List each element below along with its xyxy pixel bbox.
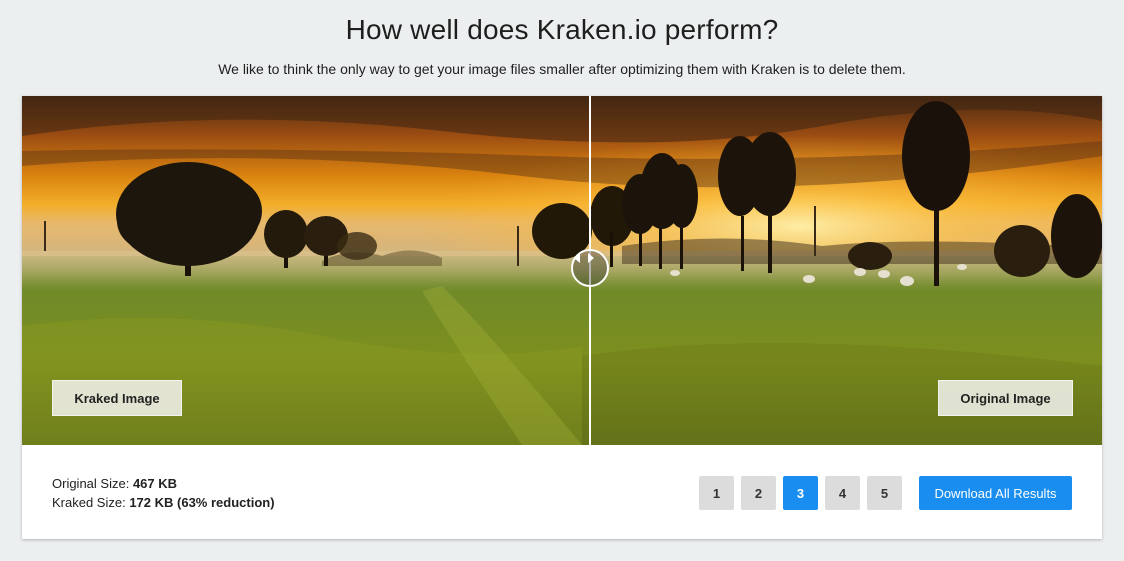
slider-handle[interactable] bbox=[571, 249, 609, 287]
original-size-label: Original Size: bbox=[52, 476, 130, 491]
download-all-results-button[interactable]: Download All Results bbox=[919, 476, 1072, 510]
page-button-2[interactable]: 2 bbox=[741, 476, 776, 510]
page-button-5[interactable]: 5 bbox=[867, 476, 902, 510]
kraked-image-label: Kraked Image bbox=[52, 380, 182, 416]
original-size-value: 467 KB bbox=[132, 476, 178, 491]
page-button-1[interactable]: 1 bbox=[699, 476, 734, 510]
size-info: Original Size: 467 KB Kraked Size: 172 K… bbox=[52, 474, 275, 512]
pagination: 1 2 3 4 5 bbox=[699, 476, 902, 510]
original-size-row: Original Size: 467 KB bbox=[52, 474, 275, 493]
page-button-3[interactable]: 3 bbox=[783, 476, 818, 510]
comparison-card: Kraked Image Original Image Original Siz… bbox=[22, 96, 1102, 539]
kraked-size-row: Kraked Size: 172 KB (63% reduction) bbox=[52, 493, 275, 512]
original-image-label: Original Image bbox=[938, 380, 1073, 416]
left-right-arrows-icon bbox=[574, 253, 594, 263]
page-subtitle: We like to think the only way to get you… bbox=[218, 61, 906, 77]
kraked-size-value: 172 KB (63% reduction) bbox=[129, 495, 275, 510]
page-button-4[interactable]: 4 bbox=[825, 476, 860, 510]
page-title: How well does Kraken.io perform? bbox=[345, 14, 779, 45]
kraked-size-label: Kraked Size: bbox=[52, 495, 126, 510]
image-comparison-viewer[interactable]: Kraked Image Original Image bbox=[22, 96, 1102, 445]
